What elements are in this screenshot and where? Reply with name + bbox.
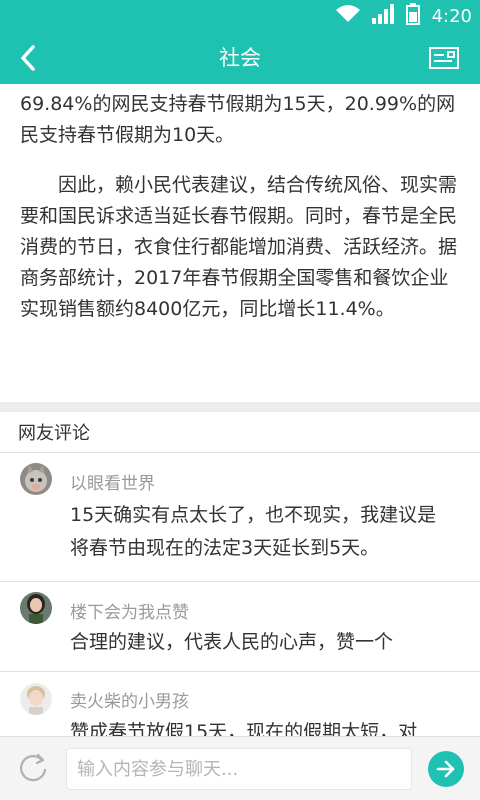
- comments-heading: 网友评论: [18, 423, 90, 444]
- article-body: 69.84%的网民支持春节假期为15天，20.99%的网民支持春节假期为10天。…: [0, 84, 480, 402]
- comment-text: 赞成春节放假15天，现在的假期太短，对: [70, 721, 418, 736]
- card-menu-button[interactable]: [426, 42, 462, 74]
- send-button[interactable]: [428, 751, 464, 787]
- article-paragraph: 69.84%的网民支持春节假期为15天，20.99%的网民支持春节假期为10天。: [20, 93, 456, 146]
- top-nav-bar: 社会: [0, 32, 480, 84]
- status-icons: 4:20: [335, 0, 472, 32]
- comment-input-bar: [0, 736, 480, 800]
- avatar[interactable]: [20, 683, 52, 715]
- signal-icon: [371, 4, 394, 28]
- avatar[interactable]: [20, 592, 52, 624]
- avatar[interactable]: [20, 463, 52, 495]
- refresh-icon: [20, 753, 47, 782]
- section-divider: [0, 402, 480, 412]
- comment-input[interactable]: [66, 748, 412, 790]
- comment-text: 15天确实有点太长了，也不现实，我建议是将春节由现在的法定3天延长到5天。: [70, 504, 437, 559]
- status-bar: 4:20: [0, 0, 480, 32]
- comment-username: 以眼看世界: [70, 474, 155, 494]
- comment-username: 楼下会为我点赞: [70, 603, 189, 623]
- comment-item[interactable]: 以眼看世界 15天确实有点太长了，也不现实，我建议是将春节由现在的法定3天延长到…: [0, 452, 480, 581]
- battery-icon: [405, 3, 420, 29]
- comment-text: 合理的建议，代表人民的心声，赞一个: [70, 631, 394, 653]
- arrow-right-icon: [436, 760, 455, 778]
- comment-username: 卖火柴的小男孩: [70, 692, 189, 712]
- refresh-button[interactable]: [16, 751, 50, 785]
- comment-item[interactable]: 楼下会为我点赞 合理的建议，代表人民的心声，赞一个: [0, 581, 480, 671]
- status-time: 4:20: [431, 5, 472, 27]
- card-icon: [429, 47, 459, 69]
- comment-item[interactable]: 卖火柴的小男孩 赞成春节放假15天，现在的假期太短，对: [0, 671, 480, 736]
- page-title: 社会: [219, 46, 261, 70]
- article-paragraph: 因此，赖小民代表建议，结合传统风俗、现实需要和国民诉求适当延长春节假期。同时，春…: [20, 174, 458, 320]
- wifi-icon: [335, 5, 360, 27]
